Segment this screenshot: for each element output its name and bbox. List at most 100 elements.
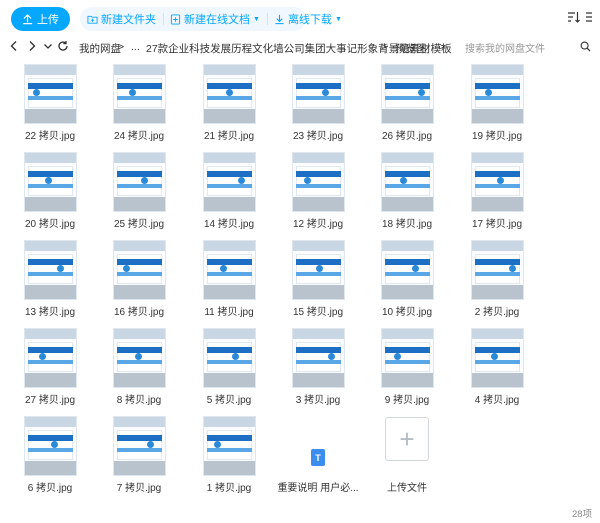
image-thumbnail [8, 64, 92, 126]
image-thumbnail [455, 328, 539, 390]
file-tile[interactable]: 13 拷贝.jpg [8, 236, 92, 320]
thumbnail-preview [112, 416, 166, 476]
file-tile[interactable]: 3 拷贝.jpg [276, 324, 360, 408]
file-tile[interactable]: 12 拷贝.jpg [276, 148, 360, 232]
file-tile[interactable]: 19 拷贝.jpg [455, 60, 539, 144]
upload-icon [22, 13, 33, 24]
file-name: 10 拷贝.jpg [381, 307, 433, 318]
forward-icon[interactable] [26, 40, 38, 52]
thumbnail-preview [380, 240, 434, 300]
search-icon[interactable] [580, 41, 591, 52]
thumbnail-preview [112, 328, 166, 388]
file-name: 14 拷贝.jpg [203, 219, 255, 230]
image-thumbnail [365, 328, 449, 390]
file-name: 21 拷贝.jpg [203, 131, 255, 142]
file-tile[interactable]: 26 拷贝.jpg [365, 60, 449, 144]
search-input[interactable]: 搜索我的网盘文件 [465, 39, 595, 55]
file-name: 8 拷贝.jpg [116, 395, 162, 406]
back-icon[interactable] [8, 40, 20, 52]
file-name: 3 拷贝.jpg [295, 395, 341, 406]
file-name: 23 拷贝.jpg [292, 131, 344, 142]
sort-icon[interactable] [567, 11, 580, 23]
file-tile[interactable]: 22 拷贝.jpg [8, 60, 92, 144]
file-name: 19 拷贝.jpg [471, 131, 523, 142]
file-tile[interactable]: 5 拷贝.jpg [187, 324, 271, 408]
image-thumbnail [276, 152, 360, 214]
image-thumbnail [8, 328, 92, 390]
breadcrumb-separator: > [118, 41, 125, 53]
file-tile[interactable]: 1 拷贝.jpg [187, 412, 271, 496]
file-name: 25 拷贝.jpg [113, 219, 165, 230]
new-online-doc-button[interactable]: 新建在线文档 ▼ [163, 7, 267, 31]
file-tile[interactable]: 17 拷贝.jpg [455, 148, 539, 232]
file-tile[interactable]: 11 拷贝.jpg [187, 236, 271, 320]
thumbnail-preview [202, 152, 256, 212]
thumbnail-preview [23, 64, 77, 124]
thumbnail-preview [112, 64, 166, 124]
image-thumbnail [455, 240, 539, 302]
file-tile[interactable]: 7 拷贝.jpg [97, 412, 181, 496]
file-name: 27 拷贝.jpg [24, 395, 76, 406]
breadcrumb-separator[interactable]: > [439, 41, 445, 53]
file-name: 重要说明 用户必... [277, 483, 359, 494]
file-tile[interactable]: 10 拷贝.jpg [365, 236, 449, 320]
plus-icon[interactable]: + [385, 417, 429, 461]
image-thumbnail [8, 416, 92, 478]
refresh-icon[interactable] [57, 40, 69, 52]
breadcrumb-root[interactable]: 我的网盘 [79, 41, 121, 56]
dropdown-icon[interactable] [42, 40, 54, 52]
file-tile[interactable]: 20 拷贝.jpg [8, 148, 92, 232]
image-thumbnail [276, 240, 360, 302]
file-tile[interactable]: 21 拷贝.jpg [187, 60, 271, 144]
file-tile[interactable]: 23 拷贝.jpg [276, 60, 360, 144]
offline-download-label: 离线下载 [287, 14, 332, 26]
file-name: 15 拷贝.jpg [292, 307, 344, 318]
image-thumbnail [187, 64, 271, 126]
breadcrumb-separator: > [381, 41, 388, 53]
offline-download-button[interactable]: 离线下载 ▼ [266, 7, 349, 31]
file-tile[interactable]: 4 拷贝.jpg [455, 324, 539, 408]
file-name: 26 拷贝.jpg [381, 131, 433, 142]
toolbar: 上传 新建文件夹 新建在线文档 ▼ 离线下载 ▼ [0, 0, 600, 36]
file-tile[interactable]: 27 拷贝.jpg [8, 324, 92, 408]
image-thumbnail [365, 152, 449, 214]
thumbnail-preview [470, 328, 524, 388]
file-name: 20 拷贝.jpg [24, 219, 76, 230]
new-folder-button[interactable]: 新建文件夹 [80, 7, 163, 31]
thumbnail-preview [470, 240, 524, 300]
upload-button[interactable]: 上传 [11, 7, 70, 31]
toolbar-button-group: 新建文件夹 新建在线文档 ▼ 离线下载 ▼ [80, 7, 342, 31]
thumbnail-preview [202, 416, 256, 476]
breadcrumb-current: 预览图 [395, 43, 427, 55]
file-tile[interactable]: 18 拷贝.jpg [365, 148, 449, 232]
file-tile[interactable]: 9 拷贝.jpg [365, 324, 449, 408]
file-tile[interactable]: 2 拷贝.jpg [455, 236, 539, 320]
image-thumbnail [455, 64, 539, 126]
file-tile[interactable]: 6 拷贝.jpg [8, 412, 92, 496]
file-tile[interactable]: 16 拷贝.jpg [97, 236, 181, 320]
file-name: 18 拷贝.jpg [381, 219, 433, 230]
file-grid: 22 拷贝.jpg 24 拷贝.jpg 21 拷贝.jpg 23 拷贝.jpg 26 拷… [0, 60, 600, 500]
file-name: 12 拷贝.jpg [292, 219, 344, 230]
image-thumbnail [8, 152, 92, 214]
thumbnail-preview [202, 240, 256, 300]
file-tile[interactable]: 25 拷贝.jpg [97, 148, 181, 232]
file-name: 22 拷贝.jpg [24, 131, 76, 142]
image-thumbnail [97, 64, 181, 126]
thumbnail-preview [470, 64, 524, 124]
file-tile[interactable]: 24 拷贝.jpg [97, 60, 181, 144]
thumbnail-preview [23, 240, 77, 300]
breadcrumb-ellipsis[interactable]: ... [131, 41, 140, 53]
view-menu-icon[interactable] [585, 11, 593, 23]
doc-file-tile[interactable]: T 重要说明 用户必... [276, 412, 360, 496]
upload-file-tile[interactable]: + 上传文件 [365, 412, 449, 496]
file-tile[interactable]: 14 拷贝.jpg [187, 148, 271, 232]
file-name: 11 拷贝.jpg [204, 307, 254, 318]
file-tile[interactable]: 8 拷贝.jpg [97, 324, 181, 408]
thumbnail-preview [291, 328, 345, 388]
image-thumbnail [276, 64, 360, 126]
new-online-doc-label: 新建在线文档 [184, 14, 250, 26]
file-name: 17 拷贝.jpg [471, 219, 523, 230]
file-name: 2 拷贝.jpg [474, 307, 520, 318]
file-tile[interactable]: 15 拷贝.jpg [276, 236, 360, 320]
